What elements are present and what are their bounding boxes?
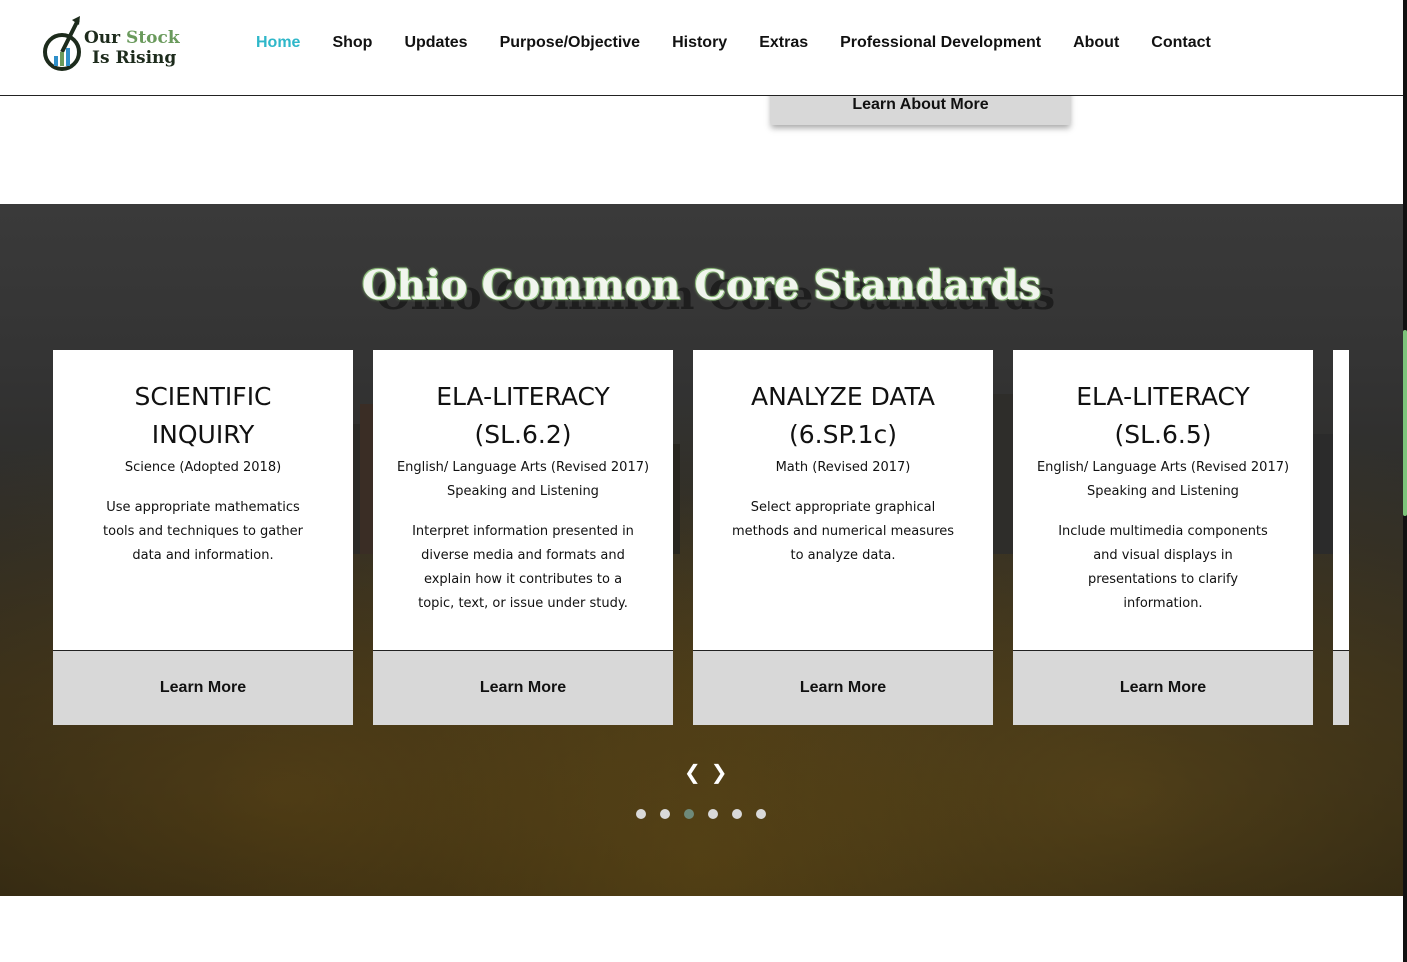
card-title-line-1: ANALYZE DATA (750, 382, 936, 411)
header-overlap-text (505, 0, 1345, 56)
card-strand-text: Speaking and Listening (1087, 484, 1239, 499)
carousel-dot[interactable] (756, 809, 766, 819)
card-subject: English/ Language Arts (Revised 2017) Sp… (1013, 456, 1313, 504)
logo-word-stock: Stock (126, 28, 180, 48)
carousel-dot[interactable] (636, 809, 646, 819)
logo-icon (43, 16, 81, 71)
card-subject: Math (Revised 2017) (693, 456, 993, 480)
learn-more-button[interactable]: Learn More (53, 650, 353, 725)
card-title-line-1: ELA-LITERACY (1076, 382, 1250, 411)
standard-card: ANALYZE DATA (6.SP.1c) Math (Revised 201… (693, 350, 993, 725)
card-subject-text: English/ Language Arts (Revised 2017) (396, 460, 650, 475)
carousel-dot[interactable] (684, 809, 694, 819)
card-strand-text: Speaking and Listening (447, 484, 599, 499)
standard-card: SCIENTIFIC INQUIRY Science (Adopted 2018… (53, 350, 353, 725)
card-description: Select appropriate graphical methods and… (731, 500, 955, 563)
standard-card: ELA-LITERACY (SL.6.5) English/ Language … (1013, 350, 1313, 725)
nav-updates[interactable]: Updates (404, 34, 467, 52)
card-description: Include multimedia components and visual… (1058, 524, 1268, 611)
carousel-next-icon[interactable]: ❯ (711, 760, 728, 784)
card-title: ELA-LITERACY (SL.6.2) (373, 378, 673, 454)
card-title-line-2: (6.SP.1c) (788, 420, 897, 449)
carousel-prev-icon[interactable]: ❮ (684, 760, 701, 784)
card-title-line-2: (SL.6.2) (474, 420, 572, 449)
card-description: Use appropriate mathematics tools and te… (103, 500, 303, 563)
site-logo[interactable]: Our Stock Is Rising (42, 14, 182, 78)
carousel-dot[interactable] (708, 809, 718, 819)
card-subject: English/ Language Arts (Revised 2017) Sp… (373, 456, 673, 504)
logo-line-2: Is Rising (92, 48, 177, 68)
standards-section: Ohio Common Core Standards Ohio Common C… (0, 204, 1403, 896)
card-title: SCIENTIFIC INQUIRY (53, 378, 353, 454)
card-subject-text: English/ Language Arts (Revised 2017) (1036, 460, 1290, 475)
carousel-dot[interactable] (732, 809, 742, 819)
nav-home[interactable]: Home (256, 34, 300, 52)
standard-card-partial (1333, 350, 1349, 725)
carousel-dots (636, 809, 766, 819)
card-title-line-2: INQUIRY (151, 420, 255, 449)
card-title: ANALYZE DATA (6.SP.1c) (693, 378, 993, 454)
nav-shop[interactable]: Shop (332, 34, 372, 52)
standard-card: ELA-LITERACY (SL.6.2) English/ Language … (373, 350, 673, 725)
logo-wordmark: Our Stock Is Rising (84, 28, 180, 68)
scrollbar-thumb[interactable] (1403, 330, 1407, 516)
card-title-line-1: ELA-LITERACY (436, 382, 610, 411)
learn-more-button[interactable]: Learn More (373, 650, 673, 725)
card-title: ELA-LITERACY (SL.6.5) (1013, 378, 1313, 454)
card-title-line-1: SCIENTIFIC (134, 382, 272, 411)
card-subject-text: Science (Adopted 2018) (124, 460, 282, 475)
section-title: Ohio Common Core Standards (361, 262, 1042, 309)
card-description: Interpret information presented in diver… (412, 524, 634, 611)
card-subject-text: Math (Revised 2017) (775, 460, 911, 475)
learn-more-button[interactable]: Learn More (1013, 650, 1313, 725)
carousel-arrows: ❮ ❯ (684, 760, 728, 784)
partial-card-button[interactable] (1333, 650, 1349, 725)
card-subject: Science (Adopted 2018) (53, 456, 353, 480)
card-title-line-2: (SL.6.5) (1114, 420, 1212, 449)
learn-more-button[interactable]: Learn More (693, 650, 993, 725)
carousel-dot[interactable] (660, 809, 670, 819)
logo-word-our: Our (84, 28, 127, 48)
